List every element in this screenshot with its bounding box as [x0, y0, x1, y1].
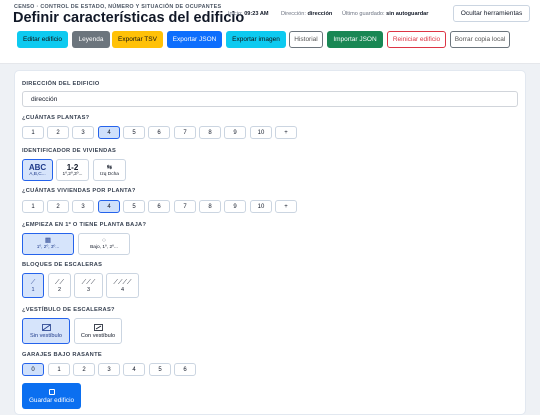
edit-building-button[interactable]: Editar edificio — [17, 31, 68, 48]
floors-option[interactable]: 6 — [148, 126, 170, 139]
with-lobby-option[interactable]: Con vestíbulo — [74, 318, 122, 344]
garages-label: GARAJES BAJO RASANTE — [22, 352, 102, 358]
garages-option[interactable]: 3 — [98, 363, 120, 376]
lobby-off-icon — [41, 323, 51, 331]
garages-option[interactable]: 1 — [48, 363, 70, 376]
garages-option[interactable]: 4 — [123, 363, 145, 376]
history-button[interactable]: Historial — [289, 31, 323, 48]
export-image-button[interactable]: Exportar imagen — [226, 31, 286, 48]
stairs-option-4[interactable]: ⟋⟋⟋⟋ 4 — [106, 273, 139, 298]
floors-option-selected[interactable]: 4 — [98, 126, 120, 139]
start-time: Inicio: 09:23 AM — [228, 11, 269, 17]
per-floor-option[interactable]: 8 — [199, 200, 221, 213]
save-building-label: Guardar edificio — [28, 396, 75, 404]
per-floor-option[interactable]: 7 — [174, 200, 196, 213]
dwelling-id-label: IDENTIFICADOR DE VIVIENDAS — [22, 148, 117, 154]
per-floor-option[interactable]: 9 — [224, 200, 246, 213]
floors-option[interactable]: 7 — [174, 126, 196, 139]
stairs-icon: ⟋⟋⟋ — [81, 278, 96, 286]
per-floor-option[interactable]: 3 — [72, 200, 94, 213]
per-floor-option[interactable]: 2 — [47, 200, 69, 213]
floors-option[interactable]: 10 — [250, 126, 272, 139]
dwelling-id-sides-option[interactable]: ⇆ Izq Dcha — [93, 159, 126, 181]
garages-option[interactable]: 5 — [149, 363, 171, 376]
per-floor-option[interactable]: 10 — [250, 200, 272, 213]
save-icon — [48, 388, 55, 395]
per-floor-more-option[interactable]: + — [275, 200, 297, 213]
garages-option[interactable]: 2 — [73, 363, 95, 376]
per-floor-label: ¿CUÁNTAS VIVIENDAS POR PLANTA? — [22, 188, 136, 194]
start-floor-label: ¿EMPIEZA EN 1º O TIENE PLANTA BAJA? — [22, 222, 147, 228]
floors-option[interactable]: 3 — [72, 126, 94, 139]
page-title: Definir características del edificio — [13, 10, 245, 26]
hide-tools-button[interactable]: Ocultar herramientas — [453, 5, 530, 22]
stairs-icon: ⟋⟋⟋⟋ — [113, 278, 132, 286]
floors-option[interactable]: 8 — [199, 126, 221, 139]
start-ground-floor-option[interactable]: ○ Bajo, 1º, 2º... — [78, 233, 130, 255]
building-icon: ▦ — [44, 237, 52, 244]
legend-button[interactable]: Leyenda — [72, 31, 110, 48]
garages-option[interactable]: 6 — [174, 363, 196, 376]
swap-icon: ⇆ — [106, 163, 113, 171]
address-input[interactable] — [22, 91, 518, 107]
floors-option[interactable]: 9 — [224, 126, 246, 139]
stairs-option-1[interactable]: ⟋ 1 — [22, 273, 44, 298]
floors-more-option[interactable]: + — [275, 126, 297, 139]
address-indicator: Dirección: dirección — [281, 11, 333, 17]
export-tsv-button[interactable]: Exportar TSV — [112, 31, 163, 48]
start-first-floor-option[interactable]: ▦ 1º, 2º, 3º... — [22, 233, 74, 255]
per-floor-option[interactable]: 1 — [22, 200, 44, 213]
no-lobby-option[interactable]: Sin vestíbulo — [22, 318, 70, 344]
per-floor-option[interactable]: 5 — [123, 200, 145, 213]
stairs-option-3[interactable]: ⟋⟋⟋ 3 — [74, 273, 103, 298]
delete-local-copy-button[interactable]: Borrar copia local — [450, 31, 510, 48]
last-saved: Último guardado: sin autoguardar — [342, 11, 429, 17]
stairs-option-2[interactable]: ⟋⟋ 2 — [48, 273, 71, 298]
reset-building-button[interactable]: Reiniciar edificio — [387, 31, 446, 48]
stairs-label: BLOQUES DE ESCALERAS — [22, 262, 103, 268]
floors-label: ¿CUÁNTAS PLANTAS? — [22, 115, 90, 121]
circle-icon: ○ — [102, 237, 106, 244]
stairs-icon: ⟋⟋ — [54, 278, 65, 286]
dwelling-id-letters-option[interactable]: ABC A,B,C... — [22, 159, 53, 181]
floors-option[interactable]: 2 — [47, 126, 69, 139]
per-floor-option[interactable]: 6 — [148, 200, 170, 213]
per-floor-option-selected[interactable]: 4 — [98, 200, 120, 213]
lobby-on-icon — [93, 323, 103, 331]
address-label: DIRECCIÓN DEL EDIFICIO — [22, 81, 100, 87]
import-json-button[interactable]: Importar JSON — [327, 31, 383, 48]
garages-option-selected[interactable]: 0 — [22, 363, 44, 376]
lobby-label: ¿VESTÍBULO DE ESCALERAS? — [22, 307, 115, 313]
floors-option[interactable]: 5 — [123, 126, 145, 139]
save-building-button[interactable]: Guardar edificio — [22, 383, 81, 409]
top-bar: CENSO · CONTROL DE ESTADO, NÚMERO Y SITU… — [0, 0, 540, 64]
export-json-button[interactable]: Exportar JSON — [167, 31, 222, 48]
stairs-icon: ⟋ — [30, 278, 36, 286]
floors-option[interactable]: 1 — [22, 126, 44, 139]
dwelling-id-numbers-option[interactable]: 1-2 1º,2º,3º... — [56, 159, 89, 181]
